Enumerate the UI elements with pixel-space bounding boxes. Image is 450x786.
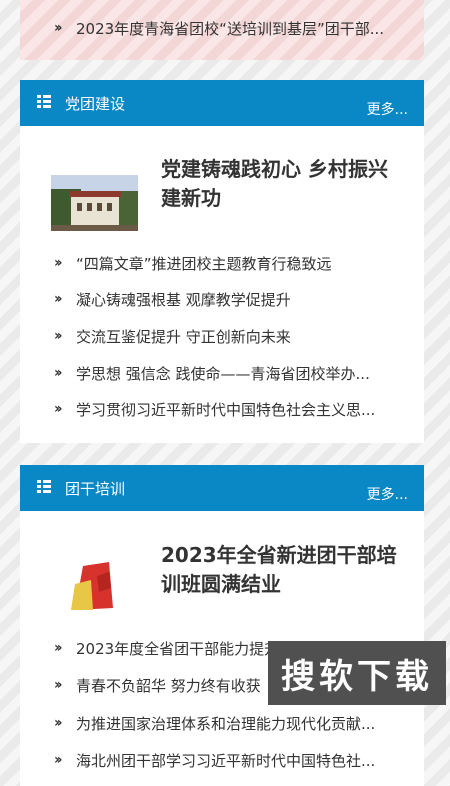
double-chevron-icon: ›› bbox=[54, 715, 63, 731]
list-item[interactable]: ›› 凝心铸魂强根基 观摩教学促提升 bbox=[54, 287, 410, 311]
section-party-building: 党团建设 更多... 党建铸魂践初心 乡村振兴建新功 ›› “四篇文章”推进团校… bbox=[20, 80, 424, 443]
section-title: 团干培训 bbox=[65, 480, 126, 498]
section-title: 党团建设 bbox=[65, 95, 126, 113]
double-chevron-icon: ›› bbox=[54, 365, 63, 381]
top-news-link[interactable]: ›› 2023年度青海省团校“送培训到基层”团干部... bbox=[54, 16, 410, 40]
double-chevron-icon: ›› bbox=[54, 20, 63, 36]
watermark-badge: 搜软下载 bbox=[268, 641, 446, 705]
list-item[interactable]: ›› 学习贯彻习近平新时代中国特色社会主义思... bbox=[54, 397, 410, 421]
list-item[interactable]: ›› 交流互鉴促提升 守正创新向未来 bbox=[54, 324, 410, 348]
double-chevron-icon: ›› bbox=[54, 291, 63, 307]
double-chevron-icon: ›› bbox=[54, 401, 63, 417]
more-link[interactable]: 更多... bbox=[367, 484, 408, 504]
double-chevron-icon: ›› bbox=[54, 640, 63, 656]
list-icon bbox=[37, 480, 51, 494]
list-item[interactable]: ›› “四篇文章”推进团校主题教育行稳致远 bbox=[54, 251, 410, 275]
list-icon bbox=[37, 95, 51, 109]
list-item[interactable]: ›› 为推进国家治理体系和治理能力现代化贡献... bbox=[54, 711, 410, 735]
double-chevron-icon: ›› bbox=[54, 752, 63, 768]
section-cadre-training: 团干培训 更多... 2023年全省新进团干部培训班圆满结业 ›› 2023年度… bbox=[20, 465, 424, 786]
top-news-link-text: 2023年度青海省团校“送培训到基层”团干部... bbox=[76, 19, 385, 38]
section-header: 党团建设 更多... bbox=[20, 80, 424, 126]
more-link[interactable]: 更多... bbox=[367, 99, 408, 119]
double-chevron-icon: ›› bbox=[54, 255, 63, 271]
double-chevron-icon: ›› bbox=[54, 328, 63, 344]
headline-thumbnail[interactable] bbox=[65, 558, 125, 616]
section-header: 团干培训 更多... bbox=[20, 465, 424, 511]
top-news-card: ›› 2023年度青海省团校“送培训到基层”团干部... bbox=[20, 0, 424, 60]
list-item[interactable]: ›› 海北州团干部学习习近平新时代中国特色社... bbox=[54, 748, 410, 772]
headline-title[interactable]: 党建铸魂践初心 乡村振兴建新功 bbox=[161, 155, 406, 213]
headline-thumbnail[interactable] bbox=[51, 175, 138, 231]
double-chevron-icon: ›› bbox=[54, 677, 63, 693]
headline-title[interactable]: 2023年全省新进团干部培训班圆满结业 bbox=[161, 541, 406, 599]
list-item[interactable]: ›› 学思想 强信念 践使命——青海省团校举办... bbox=[54, 361, 410, 385]
